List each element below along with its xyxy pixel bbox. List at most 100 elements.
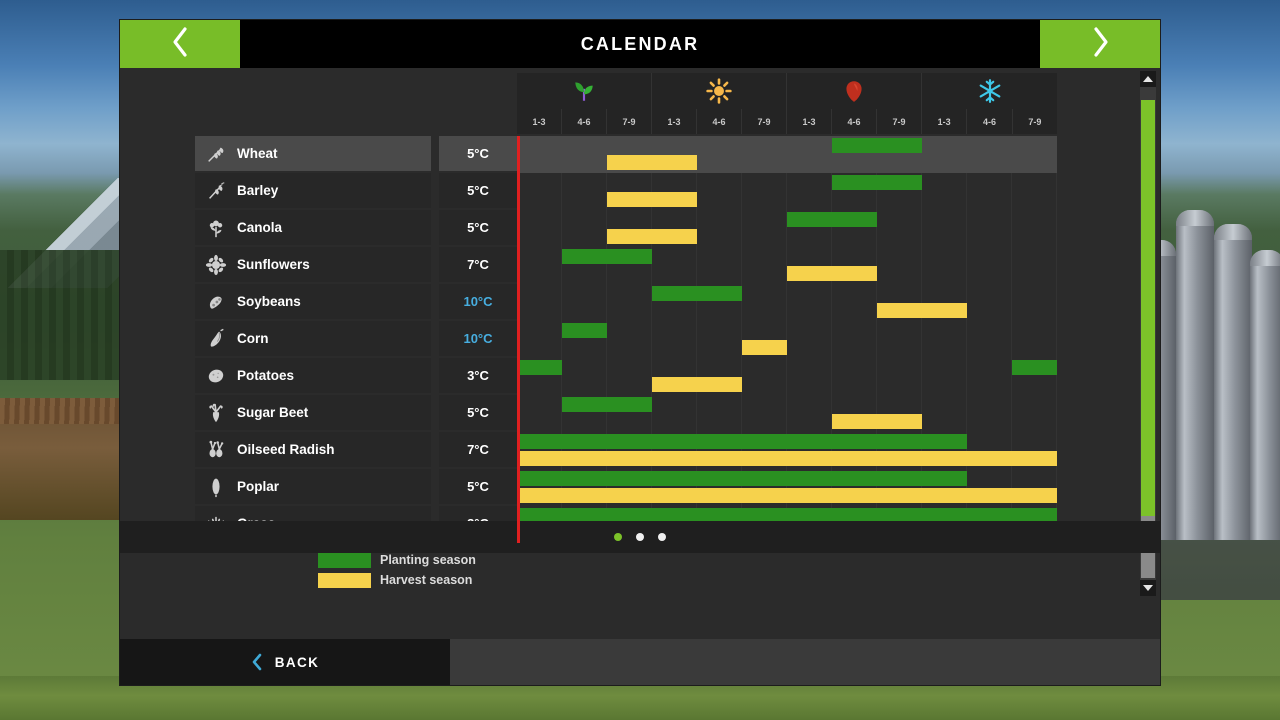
- back-button[interactable]: BACK: [120, 639, 450, 685]
- planting-season-bar: [832, 175, 922, 190]
- legend-color-swatch: [318, 552, 371, 568]
- oilseed-radish-icon: [205, 439, 227, 461]
- month-label: 4-6: [967, 109, 1013, 134]
- month-label: 4-6: [562, 109, 607, 134]
- legend-item: Harvest season: [318, 570, 476, 590]
- crop-name-label: Sunflowers: [237, 257, 310, 272]
- chart-row: [517, 247, 1057, 284]
- harvest-season-bar: [517, 488, 1057, 503]
- sunflower-icon: [205, 254, 227, 275]
- planting-season-bar: [517, 360, 562, 375]
- crop-name-cell[interactable]: Oilseed Radish: [195, 432, 431, 469]
- current-day-marker: [517, 136, 520, 543]
- season-column-spring: 1-3 4-6 7-9: [517, 73, 652, 134]
- month-label: 1-3: [787, 109, 832, 134]
- crop-name-cell[interactable]: Barley: [195, 173, 431, 210]
- crop-temperature-cell: 5°C: [439, 173, 517, 210]
- menu-header: CALENDAR: [120, 20, 1160, 68]
- legend-item: Planting season: [318, 550, 476, 570]
- crop-row[interactable]: Barley 5°C: [195, 173, 517, 210]
- crop-temperature-cell: 3°C: [439, 358, 517, 395]
- page-dot[interactable]: [636, 533, 644, 541]
- planting-season-bar: [562, 323, 607, 338]
- sunflower-icon: [205, 254, 227, 276]
- scroll-down-button[interactable]: [1140, 580, 1156, 596]
- winter-snowflake-icon: [979, 79, 1000, 103]
- crop-name-label: Poplar: [237, 479, 280, 494]
- crop-name-label: Canola: [237, 220, 283, 235]
- silo: [1176, 210, 1214, 540]
- planting-season-bar: [517, 471, 967, 486]
- vertical-scrollbar[interactable]: [1140, 71, 1156, 596]
- summer-sun-icon: [706, 78, 732, 104]
- chart-legend: Planting season Harvest season: [318, 550, 476, 590]
- previous-page-button[interactable]: [120, 20, 240, 68]
- chart-row: [517, 358, 1057, 395]
- crop-list: Wheat 5°C Barley 5°C Canola 5°C Sunflowers 7°C S…: [195, 136, 517, 543]
- crop-row[interactable]: Sugar Beet 5°C: [195, 395, 517, 432]
- planting-season-bar: [562, 249, 652, 264]
- planting-season-bar: [517, 434, 967, 449]
- harvest-season-bar: [607, 192, 697, 207]
- month-label: 4-6: [697, 109, 742, 134]
- corn-icon: [210, 328, 224, 347]
- chevron-left-icon: [169, 25, 191, 64]
- season-icon-wrap: [922, 73, 1057, 109]
- autumn-leaf-icon: [846, 81, 862, 102]
- germination-temperature: 7°C: [467, 442, 489, 457]
- crop-name-cell[interactable]: Soybeans: [195, 284, 431, 321]
- crop-row[interactable]: Potatoes 3°C: [195, 358, 517, 395]
- season-month-labels: 1-3 4-6 7-9: [517, 109, 652, 134]
- season-column-autumn: 1-3 4-6 7-9: [787, 73, 922, 134]
- crop-name-cell[interactable]: Corn: [195, 321, 431, 358]
- legend-color-swatch: [318, 572, 371, 588]
- crop-name-cell[interactable]: Poplar: [195, 469, 431, 506]
- chart-rows: [517, 136, 1057, 543]
- season-icon-wrap: [652, 73, 787, 109]
- scrollbar-thumb[interactable]: [1141, 100, 1155, 516]
- page-indicator: [120, 521, 1160, 553]
- menu-title-bar: CALENDAR: [240, 20, 1040, 68]
- germination-temperature: 3°C: [467, 368, 489, 383]
- month-label: 7-9: [877, 109, 922, 134]
- crop-temperature-cell: 7°C: [439, 432, 517, 469]
- chart-row: [517, 173, 1057, 210]
- crop-row[interactable]: Soybeans 10°C: [195, 284, 517, 321]
- season-icon-wrap: [517, 73, 652, 109]
- planting-season-bar: [1012, 360, 1057, 375]
- silo: [1250, 250, 1280, 540]
- crop-temperature-cell: 5°C: [439, 210, 517, 247]
- harvest-season-bar: [652, 377, 742, 392]
- month-label: 1-3: [652, 109, 697, 134]
- page-dot[interactable]: [658, 533, 666, 541]
- crop-name-cell[interactable]: Potatoes: [195, 358, 431, 395]
- sugar-beet-icon: [209, 403, 223, 422]
- month-label: 1-3: [517, 109, 562, 134]
- crop-name-cell[interactable]: Canola: [195, 210, 431, 247]
- crop-name-label: Wheat: [237, 146, 278, 161]
- crop-name-label: Potatoes: [237, 368, 295, 383]
- scroll-up-button[interactable]: [1140, 71, 1156, 87]
- chevron-right-icon: [1089, 25, 1111, 64]
- germination-temperature: 7°C: [467, 257, 489, 272]
- crop-row[interactable]: Oilseed Radish 7°C: [195, 432, 517, 469]
- crop-name-cell[interactable]: Sunflowers: [195, 247, 431, 284]
- page-dot[interactable]: [614, 533, 622, 541]
- crop-row[interactable]: Sunflowers 7°C: [195, 247, 517, 284]
- season-chart: [517, 136, 1057, 543]
- crop-temperature-cell: 10°C: [439, 321, 517, 358]
- back-button-label: BACK: [274, 654, 320, 670]
- crop-row[interactable]: Poplar 5°C: [195, 469, 517, 506]
- season-month-labels: 1-3 4-6 7-9: [922, 109, 1057, 134]
- crop-name-cell[interactable]: Wheat: [195, 136, 431, 173]
- crop-row[interactable]: Canola 5°C: [195, 210, 517, 247]
- crop-row[interactable]: Wheat 5°C: [195, 136, 517, 173]
- harvest-season-bar: [742, 340, 787, 355]
- sugar-beet-icon: [205, 402, 227, 424]
- crop-name-cell[interactable]: Sugar Beet: [195, 395, 431, 432]
- crop-row[interactable]: Corn 10°C: [195, 321, 517, 358]
- chevron-left-icon: [251, 653, 263, 671]
- corn-icon: [205, 328, 227, 350]
- next-page-button[interactable]: [1040, 20, 1160, 68]
- oilseed-radish-icon: [209, 440, 224, 457]
